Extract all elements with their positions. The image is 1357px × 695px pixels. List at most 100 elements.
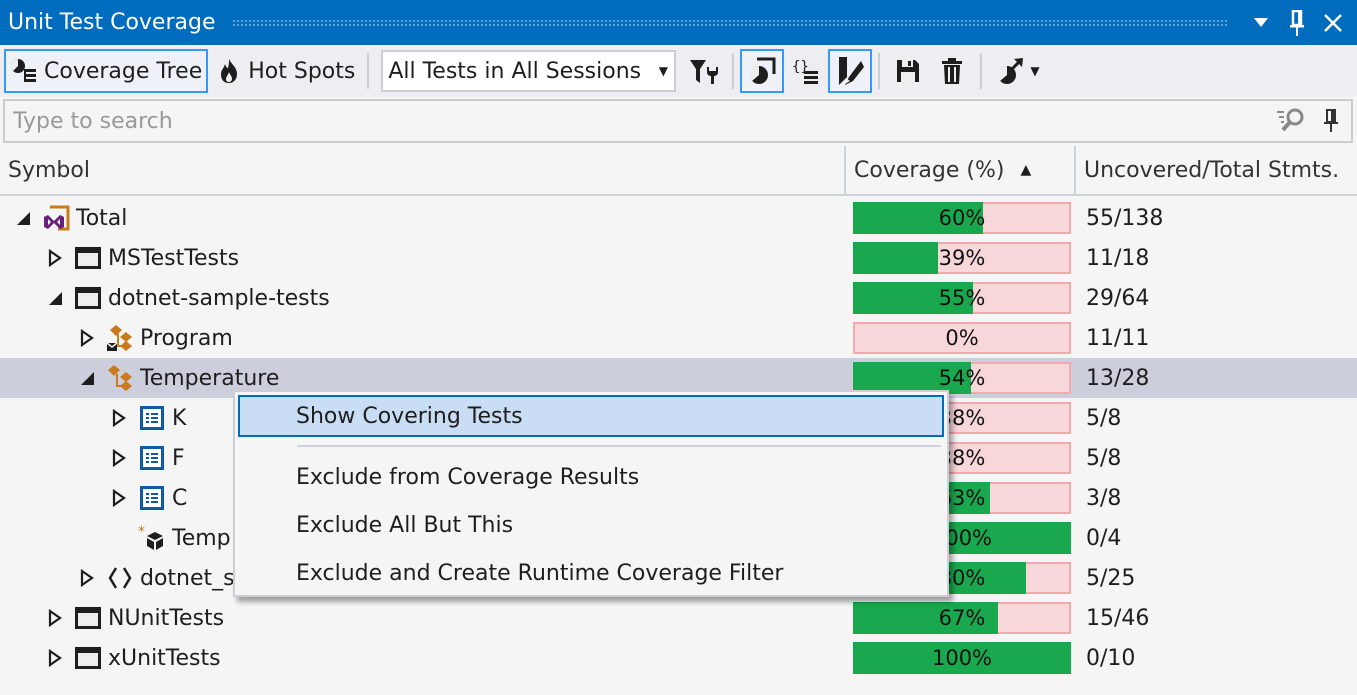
symbol-name: MSTestTests bbox=[108, 245, 240, 271]
table-row[interactable]: NUnitTests 67% 15/46 bbox=[0, 598, 1357, 638]
toolbar-separator bbox=[732, 53, 735, 89]
menu-item-exclude-and-create-filter[interactable]: Exclude and Create Runtime Coverage Filt… bbox=[238, 552, 944, 594]
marker-icon bbox=[835, 56, 865, 86]
symbol-name: Total bbox=[76, 205, 128, 231]
table-row[interactable]: dotnet-sample-tests 55% 29/64 bbox=[0, 278, 1357, 318]
collapse-arrow-icon[interactable] bbox=[12, 207, 34, 229]
symbol-cell: MSTestTests bbox=[0, 238, 846, 278]
coverage-bar: 60% bbox=[853, 202, 1071, 234]
sort-ascending-icon: ▲ bbox=[1020, 162, 1032, 178]
uncovered-total-cell: 0/10 bbox=[1086, 645, 1136, 671]
coverage-tree-label: Coverage Tree bbox=[44, 58, 203, 84]
symbol-name: K bbox=[172, 405, 187, 431]
column-header-label: Uncovered/Total Stmts. bbox=[1084, 157, 1340, 183]
save-button[interactable] bbox=[886, 49, 930, 93]
namespace-icon bbox=[106, 564, 134, 592]
collapse-arrow-icon[interactable] bbox=[44, 287, 66, 309]
coverage-bar: 100% bbox=[853, 642, 1071, 674]
expand-arrow-icon[interactable] bbox=[108, 407, 130, 429]
expand-arrow-icon[interactable] bbox=[108, 487, 130, 509]
coverage-bar: 39% bbox=[853, 242, 1071, 274]
class-icon bbox=[106, 364, 134, 392]
chevron-down-icon: ▼ bbox=[1030, 64, 1040, 78]
uncovered-total-cell: 5/8 bbox=[1086, 445, 1122, 471]
coverage-cell: 55% bbox=[846, 278, 1076, 318]
uncovered-total-cell: 5/25 bbox=[1086, 565, 1136, 591]
table-row[interactable]: Program 0% 11/11 bbox=[0, 318, 1357, 358]
property-icon bbox=[138, 404, 166, 432]
session-select-value: All Tests in All Sessions bbox=[388, 58, 642, 84]
trash-icon bbox=[937, 56, 967, 86]
expand-arrow-icon[interactable] bbox=[76, 567, 98, 589]
menu-item-label: Exclude from Coverage Results bbox=[296, 464, 640, 490]
session-select[interactable]: All Tests in All Sessions ▼ bbox=[381, 50, 677, 92]
coverage-percent: 54% bbox=[938, 366, 986, 390]
show-code-button[interactable]: {} bbox=[784, 49, 828, 93]
column-header-label: Symbol bbox=[8, 157, 90, 183]
toolbar-separator bbox=[367, 53, 370, 89]
pin-icon bbox=[1290, 9, 1304, 36]
close-button[interactable] bbox=[1315, 5, 1351, 41]
table-row[interactable]: xUnitTests 100% 0/10 bbox=[0, 638, 1357, 678]
project-icon bbox=[74, 644, 102, 672]
symbol-name: dotnet_s bbox=[140, 565, 235, 591]
pin-button[interactable] bbox=[1279, 5, 1315, 41]
menu-item-exclude-all-but-this[interactable]: Exclude All But This bbox=[238, 504, 944, 546]
delete-button[interactable] bbox=[930, 49, 974, 93]
expand-arrow-icon[interactable] bbox=[44, 247, 66, 269]
menu-item-label: Exclude All But This bbox=[296, 512, 514, 538]
coverage-percent: 0% bbox=[945, 326, 979, 350]
menu-item-show-covering-tests[interactable]: Show Covering Tests bbox=[238, 395, 944, 437]
expand-arrow-icon[interactable] bbox=[108, 447, 130, 469]
search-options-icon[interactable] bbox=[1271, 101, 1311, 141]
filter-settings-button[interactable] bbox=[682, 49, 726, 93]
symbol-name: xUnitTests bbox=[108, 645, 221, 671]
column-header-symbol[interactable]: Symbol bbox=[0, 146, 846, 194]
coverage-tree-button[interactable]: Coverage Tree bbox=[4, 49, 209, 93]
uncovered-total-cell: 15/46 bbox=[1086, 605, 1150, 631]
hot-spots-button[interactable]: Hot Spots bbox=[208, 49, 361, 93]
coverage-cell: 60% bbox=[846, 198, 1076, 238]
highlight-code-button[interactable] bbox=[828, 49, 873, 93]
constructor-icon: * bbox=[138, 524, 166, 552]
coverage-cell: 100% bbox=[846, 638, 1076, 678]
collapse-arrow-icon[interactable] bbox=[76, 367, 98, 389]
tool-window-title-bar: Unit Test Coverage bbox=[0, 0, 1357, 45]
symbol-cell: Program bbox=[0, 318, 846, 358]
window-title: Unit Test Coverage bbox=[8, 10, 216, 35]
highlight-coverage-button[interactable] bbox=[740, 49, 785, 93]
context-menu: Show Covering Tests Exclude from Coverag… bbox=[233, 390, 949, 597]
menu-item-exclude-from-coverage[interactable]: Exclude from Coverage Results bbox=[238, 456, 944, 498]
coverage-cell: 67% bbox=[846, 598, 1076, 638]
pin-search-icon[interactable] bbox=[1311, 101, 1351, 141]
solution-icon bbox=[42, 204, 70, 232]
coverage-window-icon bbox=[747, 56, 777, 86]
expand-arrow-icon[interactable] bbox=[44, 607, 66, 629]
project-icon bbox=[74, 284, 102, 312]
search-input[interactable] bbox=[5, 108, 1271, 134]
table-row[interactable]: MSTestTests 39% 11/18 bbox=[0, 238, 1357, 278]
search-box bbox=[3, 99, 1353, 143]
uncovered-total-cell: 0/4 bbox=[1086, 525, 1122, 551]
property-icon bbox=[138, 444, 166, 472]
column-header-coverage[interactable]: Coverage (%) ▲ bbox=[846, 146, 1076, 194]
menu-item-label: Exclude and Create Runtime Coverage Filt… bbox=[296, 560, 784, 586]
uncovered-total-cell: 55/138 bbox=[1086, 205, 1164, 231]
window-dropdown-button[interactable] bbox=[1243, 5, 1279, 41]
expand-arrow-icon[interactable] bbox=[76, 327, 98, 349]
menu-separator bbox=[297, 445, 941, 447]
coverage-cell: 0% bbox=[846, 318, 1076, 358]
symbol-cell: xUnitTests bbox=[0, 638, 846, 678]
project-icon bbox=[74, 604, 102, 632]
save-icon bbox=[893, 56, 923, 86]
symbol-name: Temperature bbox=[140, 365, 280, 391]
coverage-bar: 0% bbox=[853, 322, 1071, 354]
column-header-uncovered[interactable]: Uncovered/Total Stmts. bbox=[1076, 146, 1357, 194]
table-header: Symbol Coverage (%) ▲ Uncovered/Total Stm… bbox=[0, 146, 1357, 196]
chevron-down-icon: ▼ bbox=[658, 64, 668, 78]
title-grip[interactable] bbox=[231, 18, 1229, 27]
expand-arrow-icon[interactable] bbox=[44, 647, 66, 669]
export-button[interactable]: ▼ bbox=[988, 49, 1047, 93]
coverage-percent: 55% bbox=[938, 286, 986, 310]
table-row[interactable]: Total 60% 55/138 bbox=[0, 198, 1357, 238]
